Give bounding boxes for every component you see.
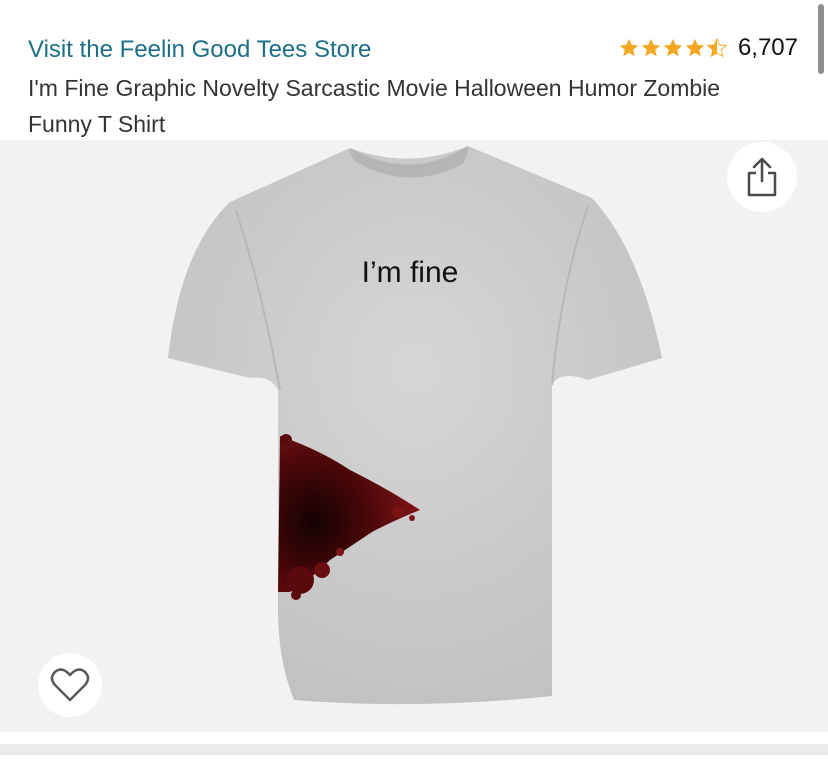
store-link[interactable]: Visit the Feelin Good Tees Store bbox=[28, 36, 371, 64]
wishlist-button[interactable] bbox=[38, 653, 102, 717]
scrollbar[interactable] bbox=[818, 4, 824, 74]
rating-count: 6,707 bbox=[737, 34, 798, 61]
star-rating bbox=[618, 37, 728, 59]
star-half-icon bbox=[706, 37, 728, 58]
page-bottom bbox=[0, 755, 828, 773]
rating-summary[interactable]: 6,707 bbox=[618, 34, 798, 62]
star-icon bbox=[641, 38, 661, 57]
share-icon bbox=[747, 157, 777, 197]
product-title: I'm Fine Graphic Novelty Sarcastic Movie… bbox=[28, 75, 721, 137]
star-icon bbox=[663, 38, 683, 57]
product-image-area[interactable]: I’m fine bbox=[0, 140, 828, 732]
section-divider bbox=[0, 744, 828, 755]
star-icon bbox=[685, 38, 705, 57]
heart-outline-icon bbox=[50, 668, 90, 702]
product-header: Visit the Feelin Good Tees Store 6,707 I… bbox=[0, 0, 828, 140]
product-image: I’m fine bbox=[168, 146, 662, 705]
star-icon bbox=[619, 38, 639, 57]
share-button[interactable] bbox=[727, 142, 797, 212]
shirt-print-text: I’m fine bbox=[362, 256, 459, 289]
